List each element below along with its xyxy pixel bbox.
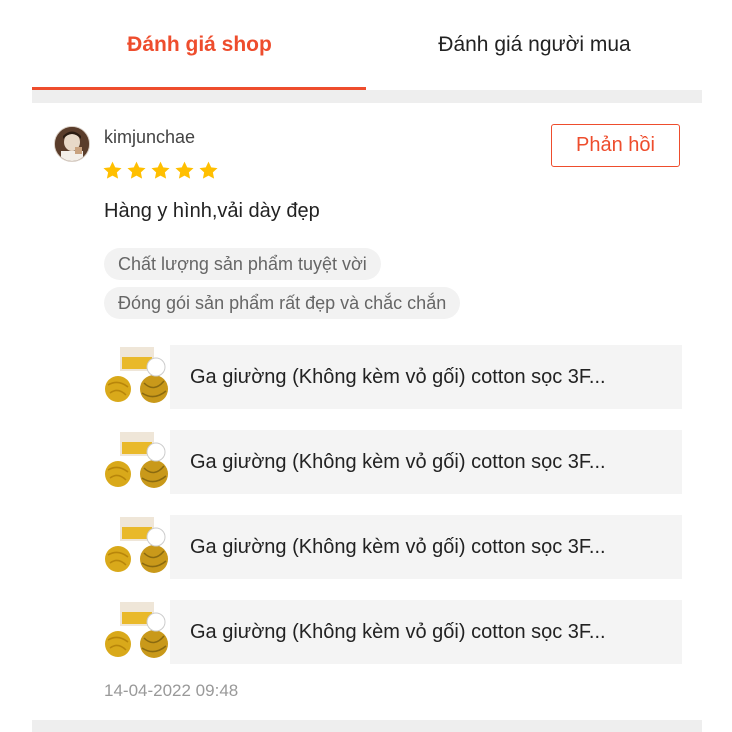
review-tag-label: Đóng gói sản phẩm rất đẹp và chắc chắn: [118, 292, 447, 313]
purchased-product-item[interactable]: Ga giường (Không kèm vỏ gối) cotton sọc …: [104, 345, 682, 409]
product-name-box: Ga giường (Không kèm vỏ gối) cotton sọc …: [170, 345, 682, 409]
product-name: Ga giường (Không kèm vỏ gối) cotton sọc …: [190, 365, 606, 388]
star-icon: [199, 161, 218, 179]
section-divider: [32, 90, 702, 103]
product-name: Ga giường (Không kèm vỏ gối) cotton sọc …: [190, 450, 606, 473]
tab-shop-reviews-label: Đánh giá shop: [127, 33, 272, 56]
review-tabs: Đánh giá shop Đánh giá người mua: [32, 0, 702, 90]
purchased-product-item[interactable]: Ga giường (Không kèm vỏ gối) cotton sọc …: [104, 515, 682, 579]
product-name-box: Ga giường (Không kèm vỏ gối) cotton sọc …: [170, 515, 682, 579]
reviewer-username[interactable]: kimjunchae: [104, 127, 195, 148]
product-thumbnail: [104, 345, 170, 409]
star-icon: [175, 161, 194, 179]
tab-buyer-reviews[interactable]: Đánh giá người mua: [367, 0, 702, 90]
review-timestamp: 14-04-2022 09:48: [104, 681, 239, 700]
star-icon: [127, 161, 146, 179]
product-thumbnail: [104, 515, 170, 579]
user-avatar[interactable]: [54, 126, 90, 162]
review-tag-label: Chất lượng sản phẩm tuyệt vời: [118, 253, 367, 274]
star-icon: [151, 161, 170, 179]
product-thumbnail: [104, 430, 170, 494]
product-name: Ga giường (Không kèm vỏ gối) cotton sọc …: [190, 620, 606, 643]
reply-button-label: Phản hồi: [576, 134, 655, 156]
purchased-product-item[interactable]: Ga giường (Không kèm vỏ gối) cotton sọc …: [104, 430, 682, 494]
review-comment: Hàng y hình,vải dày đẹp: [104, 200, 320, 222]
review-tag: Chất lượng sản phẩm tuyệt vời: [104, 248, 381, 280]
product-name: Ga giường (Không kèm vỏ gối) cotton sọc …: [190, 535, 606, 558]
star-icon: [103, 161, 122, 179]
star-rating: [102, 160, 219, 181]
tab-buyer-reviews-label: Đánh giá người mua: [438, 33, 631, 56]
product-name-box: Ga giường (Không kèm vỏ gối) cotton sọc …: [170, 430, 682, 494]
review-tag: Đóng gói sản phẩm rất đẹp và chắc chắn: [104, 287, 461, 319]
reply-button[interactable]: Phản hồi: [551, 124, 680, 167]
tab-shop-reviews[interactable]: Đánh giá shop: [32, 0, 367, 90]
section-divider: [32, 720, 702, 732]
product-thumbnail: [104, 600, 170, 664]
purchased-product-item[interactable]: Ga giường (Không kèm vỏ gối) cotton sọc …: [104, 600, 682, 664]
product-name-box: Ga giường (Không kèm vỏ gối) cotton sọc …: [170, 600, 682, 664]
